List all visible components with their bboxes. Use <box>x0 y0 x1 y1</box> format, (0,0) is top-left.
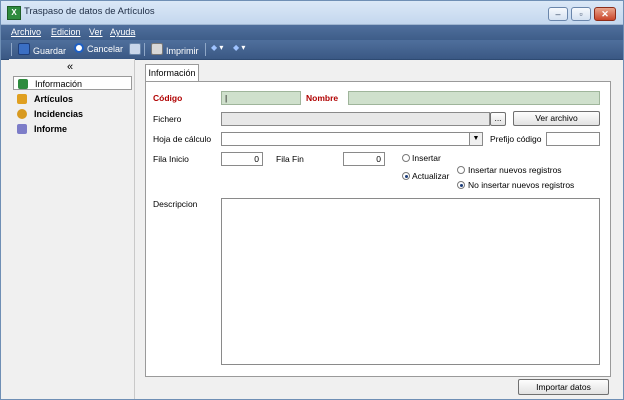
arrow-right-icon: ◆ <box>233 43 240 52</box>
chevron-down-icon: ▾ <box>241 43 246 52</box>
fila-fin-label: Fila Fin <box>276 154 304 164</box>
toolbar: Guardar Cancelar Imprimir ◆ ▾ ◆ ▾ <box>1 40 623 60</box>
collapse-sidebar-button[interactable]: « <box>67 61 73 73</box>
actualizar-radio[interactable] <box>402 172 410 180</box>
guardar-button[interactable]: Guardar <box>18 43 66 56</box>
fila-fin-input[interactable]: 0 <box>343 152 385 166</box>
window-title: Traspaso de datos de Artículos <box>24 6 155 17</box>
prefijo-codigo-label: Prefijo código <box>490 134 542 144</box>
hoja-calculo-label: Hoja de cálculo <box>153 134 212 144</box>
sidebar-item-label: Información <box>35 79 83 89</box>
nombre-input[interactable] <box>348 91 600 105</box>
nav-back-dropdown[interactable]: ◆ ▾ <box>211 43 223 52</box>
imprimir-button[interactable]: Imprimir <box>151 43 199 56</box>
chevron-down-icon: ▾ <box>219 43 224 52</box>
menu-ayuda[interactable]: Ayuda <box>110 27 135 37</box>
nav-forward-dropdown[interactable]: ◆ ▾ <box>233 43 245 52</box>
guardar-label: Guardar <box>33 46 67 56</box>
incidents-icon <box>17 109 27 119</box>
toolbar-separator <box>144 43 145 56</box>
fila-inicio-input[interactable]: 0 <box>221 152 263 166</box>
menu-edicion[interactable]: Edicion <box>51 27 81 37</box>
arrow-left-icon: ◆ <box>211 43 218 52</box>
fila-inicio-label: Fila Inicio <box>153 154 189 164</box>
codigo-input[interactable]: | <box>221 91 301 105</box>
menu-archivo[interactable]: Archivo <box>11 27 41 37</box>
save-as-button[interactable] <box>129 43 144 56</box>
excel-icon <box>18 79 28 89</box>
sidebar-item-label: Informe <box>34 124 68 134</box>
nombre-label: Nombre <box>306 93 339 103</box>
codigo-label: Código <box>153 93 183 103</box>
fichero-input[interactable] <box>221 112 490 126</box>
minimize-button[interactable]: – <box>548 7 568 21</box>
no-insertar-nuevos-radio[interactable] <box>457 181 465 189</box>
tab-informacion[interactable]: Información <box>145 64 199 82</box>
menu-bar: Archivo Edicion Ver Ayuda <box>1 25 623 40</box>
cancelar-button[interactable]: Cancelar <box>74 43 123 54</box>
descripcion-label: Descripcion <box>153 199 198 209</box>
title-bar[interactable]: X Traspaso de datos de Artículos – ▫ ✕ <box>1 1 623 25</box>
insertar-label: Insertar <box>412 153 441 163</box>
insertar-nuevos-label: Insertar nuevos registros <box>468 165 562 175</box>
save-icon <box>18 43 30 55</box>
sidebar-item-label: Incidencias <box>34 109 84 119</box>
menu-ver[interactable]: Ver <box>89 27 103 37</box>
sidebar: « Información Artículos Incidencias Info… <box>9 59 135 399</box>
fichero-label: Fichero <box>153 114 182 124</box>
no-insertar-nuevos-label: No insertar nuevos registros <box>468 180 575 190</box>
print-icon <box>151 43 163 55</box>
ver-archivo-button[interactable]: Ver archivo <box>513 111 600 126</box>
sidebar-item-articulos[interactable]: Artículos <box>13 92 132 106</box>
app-window: X Traspaso de datos de Artículos – ▫ ✕ A… <box>0 0 624 400</box>
undo-icon <box>74 43 84 53</box>
save-as-icon <box>129 43 141 55</box>
insertar-radio[interactable] <box>402 154 410 162</box>
dropdown-arrow-icon[interactable]: ▼ <box>469 133 482 145</box>
insertar-nuevos-radio[interactable] <box>457 166 465 174</box>
actualizar-label: Actualizar <box>412 171 450 181</box>
maximize-button[interactable]: ▫ <box>571 7 591 21</box>
browse-button[interactable]: ... <box>490 112 506 126</box>
excel-app-icon: X <box>7 6 21 20</box>
box-icon <box>17 94 27 104</box>
sidebar-item-informe[interactable]: Informe <box>13 122 132 136</box>
toolbar-separator <box>205 43 206 56</box>
imprimir-label: Imprimir <box>166 46 199 56</box>
report-icon <box>17 124 27 134</box>
sidebar-item-label: Artículos <box>34 94 74 104</box>
cancelar-label: Cancelar <box>87 44 124 54</box>
importar-datos-button[interactable]: Importar datos <box>518 379 609 395</box>
close-button[interactable]: ✕ <box>594 7 616 21</box>
hoja-calculo-select[interactable]: ▼ <box>221 132 483 146</box>
sidebar-item-incidencias[interactable]: Incidencias <box>13 107 132 121</box>
descripcion-textarea[interactable] <box>221 198 600 365</box>
prefijo-codigo-input[interactable] <box>546 132 600 146</box>
toolbar-separator <box>11 43 12 56</box>
sidebar-item-informacion[interactable]: Información <box>13 76 132 90</box>
